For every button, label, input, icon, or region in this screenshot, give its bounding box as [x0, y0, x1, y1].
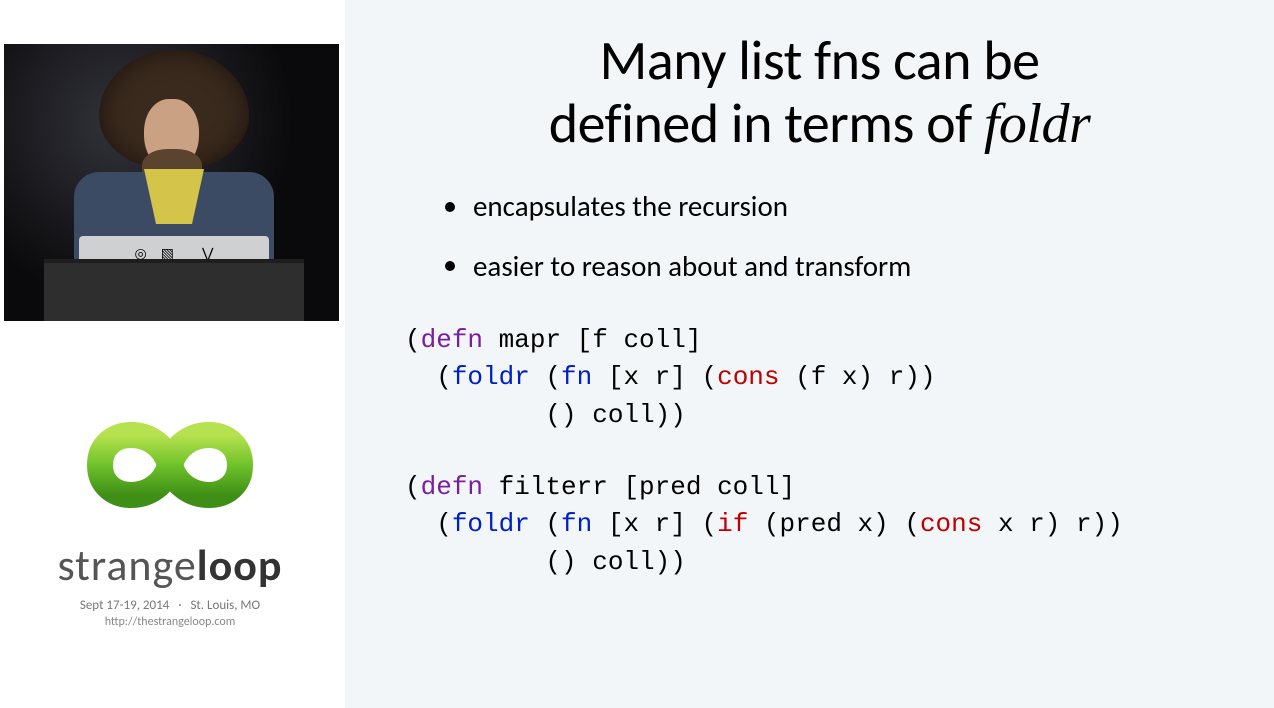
slide-title: Many list fns can be defined in terms of…	[405, 30, 1234, 155]
infinity-logo-icon	[30, 400, 310, 530]
title-foldr: foldr	[984, 93, 1090, 155]
conference-url: http://thestrangeloop.com	[20, 615, 320, 629]
bullet-list: encapsulates the recursion easier to rea…	[445, 187, 1234, 285]
slide: Many list fns can be defined in terms of…	[345, 0, 1274, 708]
code-block-mapr: (defn mapr [f coll] (foldr (fn [x r] (co…	[405, 322, 1234, 435]
speaker-video-thumb: ◎ ▧ ⋁	[4, 44, 339, 321]
wordmark-strange: strange	[57, 538, 196, 592]
title-line-1: Many list fns can be	[600, 27, 1040, 95]
code-block-filterr: (defn filterr [pred coll] (foldr (fn [x …	[405, 469, 1234, 582]
dot-separator-icon: ·	[172, 598, 187, 613]
podium	[44, 259, 304, 321]
left-column: ◎ ▧ ⋁ strangeloop	[0, 0, 345, 708]
conference-dates: Sept 17-19, 2014	[80, 598, 169, 613]
conference-location: St. Louis, MO	[190, 598, 260, 613]
bullet-item: easier to reason about and transform	[445, 247, 1234, 286]
conference-logo-block: strangeloop Sept 17-19, 2014 · St. Louis…	[20, 400, 320, 629]
bullet-item: encapsulates the recursion	[445, 187, 1234, 226]
title-line-2a: defined in terms of	[549, 90, 984, 158]
frame: ◎ ▧ ⋁ strangeloop	[0, 0, 1274, 708]
conference-meta: Sept 17-19, 2014 · St. Louis, MO	[20, 598, 320, 613]
conference-wordmark: strangeloop	[20, 538, 320, 592]
wordmark-loop: loop	[197, 538, 283, 592]
